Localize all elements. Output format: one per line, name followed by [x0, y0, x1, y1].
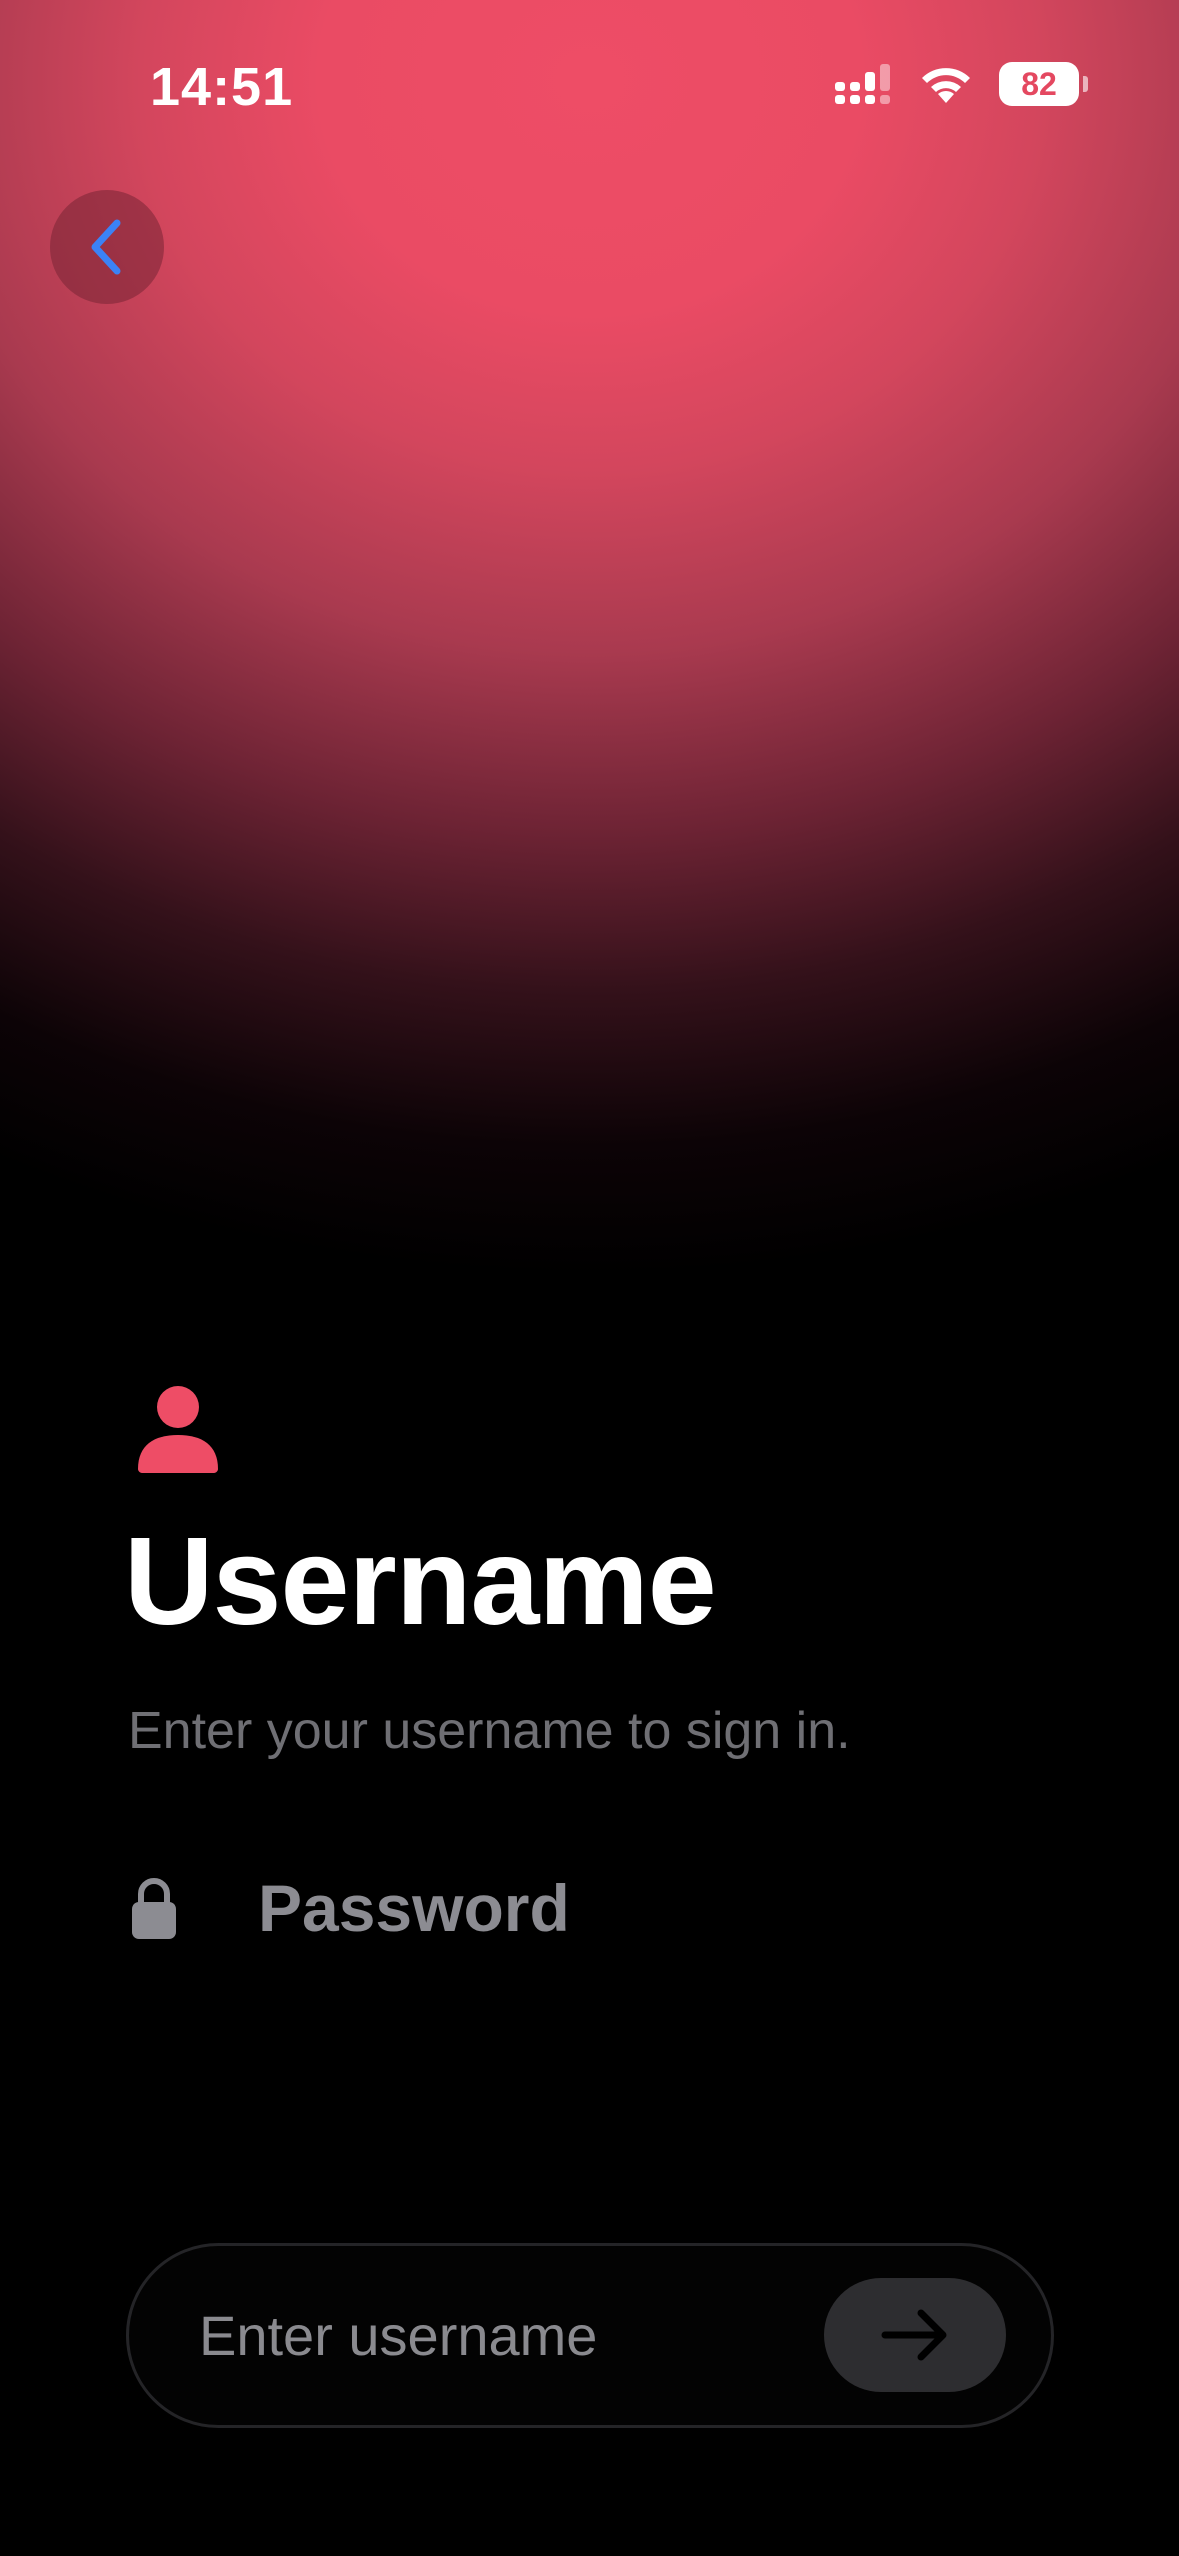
cellular-signal-icon [835, 62, 893, 106]
lock-icon [132, 1878, 176, 1939]
status-indicators: 82 [835, 62, 1088, 106]
battery-indicator: 82 [999, 62, 1088, 106]
wifi-icon [919, 63, 973, 105]
battery-level: 82 [1021, 66, 1057, 102]
username-input[interactable] [199, 2246, 799, 2425]
status-time: 14:51 [150, 57, 294, 117]
page-title: Username [124, 1513, 717, 1651]
page-subtitle: Enter your username to sign in. [128, 1702, 851, 1760]
chevron-left-icon [91, 219, 121, 275]
password-option-label: Password [258, 1871, 570, 1945]
sign-in-screen: 14:51 82 Username Enter your username to… [0, 0, 1179, 2556]
back-button[interactable] [50, 190, 164, 304]
arrow-right-icon [881, 2309, 947, 2361]
username-input-container [126, 2243, 1054, 2428]
submit-button[interactable] [824, 2278, 1006, 2392]
status-bar: 14:51 82 [0, 0, 1179, 170]
person-icon [138, 1386, 218, 1473]
password-option[interactable]: Password [130, 1875, 570, 1941]
